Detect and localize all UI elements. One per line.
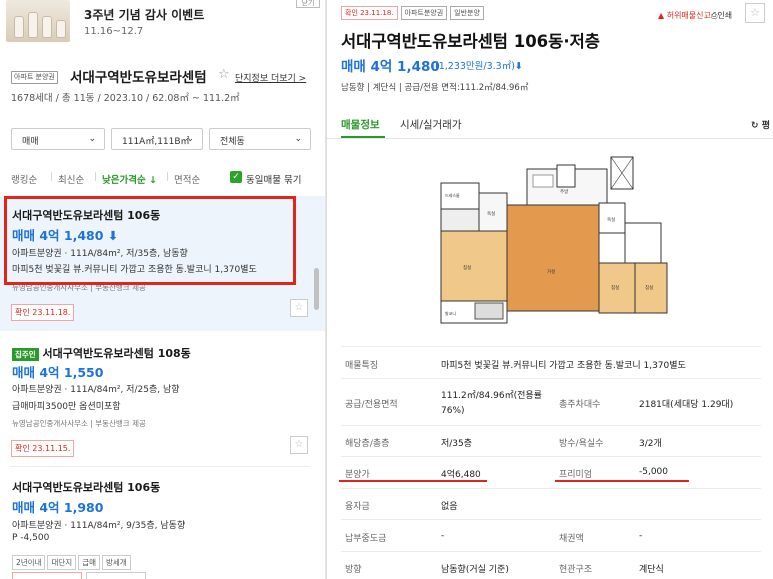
- favorite-star-icon[interactable]: ☆: [290, 436, 308, 454]
- confirm-tag: 확인 23.11.18.: [341, 6, 398, 20]
- complex-info-link[interactable]: 단지정보 더보기 >: [235, 71, 306, 84]
- info-value: 계단식: [639, 565, 664, 575]
- favorite-star-icon[interactable]: ☆: [745, 3, 765, 23]
- sort-latest[interactable]: 최신순: [58, 172, 84, 186]
- owner-badge: 집주인: [12, 348, 39, 361]
- highlight-underline: [339, 480, 487, 482]
- divider: [10, 466, 310, 467]
- listing-panel: 3주년 기념 감사 이벤트 11.16~12.7 닫기 아파트 분양권 서대구역…: [0, 0, 326, 579]
- complex-summary: 1678세대 / 총 11동 / 2023.10 / 62.08㎡ ~ 111.…: [11, 93, 240, 104]
- print-link[interactable]: ⎙인쇄: [711, 10, 732, 21]
- listing-title: 집주인 서대구역반도유보라센텀 108동: [12, 345, 191, 361]
- info-label: 총주차대수: [559, 400, 601, 410]
- report-link[interactable]: ▲ 허위매물신고: [658, 10, 711, 21]
- svg-text:거실: 거실: [547, 268, 555, 275]
- tag-button: [86, 572, 146, 579]
- arrow-down-icon: ⬇: [514, 61, 523, 72]
- svg-text:욕실: 욕실: [487, 210, 495, 217]
- detail-summary: 남동향 | 계단식 | 공급/전용 면적:111.2㎡/84.96㎡: [341, 83, 529, 93]
- favorite-star-icon[interactable]: ☆: [218, 67, 230, 82]
- detail-panel: 확인 23.11.18. 아파트분양권 일반분양 ▲ 허위매물신고 | ⎙인쇄 …: [327, 0, 773, 579]
- info-value: 3/2개: [639, 439, 662, 449]
- svg-text:주방: 주방: [560, 188, 568, 195]
- info-value: 없음: [441, 502, 458, 512]
- info-label: 분양가: [345, 470, 370, 480]
- listing-desc: 아파트분양권 · 111A/84m², 9/35층, 남동향: [12, 521, 186, 531]
- dong-value: 전체동: [220, 137, 245, 147]
- same-listing-label: 동일매물 묶기: [246, 175, 302, 186]
- svg-text:침실: 침실: [645, 284, 653, 291]
- highlight-box: [4, 196, 296, 285]
- info-label: 채권액: [559, 534, 584, 544]
- info-label: 해당층/총층: [345, 439, 390, 449]
- alert-icon: ▲: [658, 11, 665, 20]
- complex-title: 서대구역반도유보라센텀: [70, 70, 207, 86]
- info-value: -5,000: [639, 467, 669, 477]
- confirm-badge: [12, 572, 82, 579]
- sort-area[interactable]: 면적순: [174, 172, 200, 186]
- info-label: 방수/욕실수: [559, 439, 604, 449]
- complex-type-tag: 아파트 분양권: [11, 71, 58, 84]
- feature-chips: 2년이내 대단지 급매 방세개: [12, 550, 133, 570]
- info-value: -: [441, 531, 445, 541]
- scrollbar-thumb[interactable]: [314, 268, 319, 310]
- info-label: 공급/전용면적: [345, 400, 398, 410]
- area-value: 111A㎡,111B㎡: [122, 137, 190, 147]
- info-value: -: [639, 531, 643, 541]
- banner-close-button[interactable]: 닫기: [296, 0, 320, 8]
- detail-price: 매매 4억 1,480: [341, 59, 440, 75]
- chevron-down-icon: ⌄: [88, 134, 96, 144]
- detail-tags: 확인 23.11.18. 아파트분양권 일반분양: [341, 6, 484, 20]
- favorite-star-icon[interactable]: ☆: [290, 299, 308, 317]
- info-label: 납부중도금: [345, 534, 387, 544]
- info-value: 4억6,480: [441, 470, 481, 480]
- same-listing-checkbox[interactable]: ✓: [230, 171, 242, 183]
- confirm-badge: 확인 23.11.18.: [11, 300, 75, 321]
- refresh-button[interactable]: ↻ 평: [751, 118, 770, 131]
- info-label: 프리미엄: [559, 470, 593, 480]
- info-label: 현관구조: [559, 565, 593, 575]
- banner-title: 3주년 기념 감사 이벤트: [84, 8, 205, 22]
- type-tag: 아파트분양권: [400, 6, 448, 20]
- svg-text:드레스룸: 드레스룸: [445, 192, 460, 198]
- trade-type-value: 매매: [22, 137, 39, 147]
- svg-text:발코니: 발코니: [445, 310, 456, 316]
- listing-price: 매매 4억 1,980: [12, 500, 104, 515]
- info-value: 저/35층: [441, 439, 473, 449]
- tab-listing-info[interactable]: 매물정보: [341, 117, 380, 132]
- chevron-down-icon: ⌄: [186, 134, 194, 144]
- svg-text:침실: 침실: [611, 284, 619, 291]
- listing-title: 서대구역반도유보라센텀 106동: [12, 481, 161, 494]
- info-value: 2181대(세대당 1.29대): [639, 400, 734, 410]
- info-label: 융자금: [345, 502, 370, 512]
- trade-type-select[interactable]: 매매 ⌄: [11, 128, 105, 150]
- svg-text:침실: 침실: [463, 264, 471, 271]
- sort-low-price[interactable]: 낮은가격순 ↓: [102, 172, 157, 186]
- listing-agency: 뉴영남공인중개사사무소 | 부동산뱅크 제공: [12, 419, 146, 428]
- listing-note: P -4,500: [12, 533, 50, 543]
- sort-ranking[interactable]: 랭킹순: [11, 172, 37, 186]
- listing-desc: 아파트분양권 · 111A/84m², 저/25층, 남향: [12, 385, 180, 395]
- info-label: 매물특징: [345, 361, 379, 371]
- banner-date: 11.16~12.7: [84, 26, 144, 37]
- floor-plan-image: 드레스룸 욕실 침실 거실 주방 침실 침실 발코니 욕실: [437, 155, 671, 331]
- detail-title: 서대구역반도유보라센텀 106동·저층: [341, 32, 600, 51]
- tab-price-history[interactable]: 시세/실거래가: [400, 117, 462, 132]
- detail-price-per-area: (1,233만원/3.3㎡)⬇: [435, 61, 523, 72]
- confirm-badge: 확인 23.11.15.: [11, 436, 75, 457]
- dong-select[interactable]: 전체동 ⌄: [209, 128, 311, 150]
- banner-image: [6, 0, 70, 42]
- info-value: 111.2㎡/84.96㎡(전용률 76%): [441, 391, 542, 416]
- sale-tag: 일반분양: [450, 6, 484, 20]
- area-select[interactable]: 111A㎡,111B㎡ ⌄: [111, 128, 203, 150]
- info-value: 마피5천 벚꽃길 뷰.커뮤니티 가깝고 조용한 동.발코니 1,370별도: [441, 361, 686, 371]
- listing-note: 급매마피3500만 옵션미포함: [12, 402, 121, 412]
- chevron-down-icon: ⌄: [294, 134, 302, 144]
- event-banner[interactable]: 3주년 기념 감사 이벤트 11.16~12.7 닫기: [0, 0, 325, 48]
- svg-text:욕실: 욕실: [607, 216, 615, 223]
- highlight-underline: [555, 480, 689, 482]
- info-value: 남동향(거실 기준): [441, 565, 509, 575]
- info-label: 방향: [345, 565, 362, 575]
- listing-price: 매매 4억 1,550: [12, 365, 104, 380]
